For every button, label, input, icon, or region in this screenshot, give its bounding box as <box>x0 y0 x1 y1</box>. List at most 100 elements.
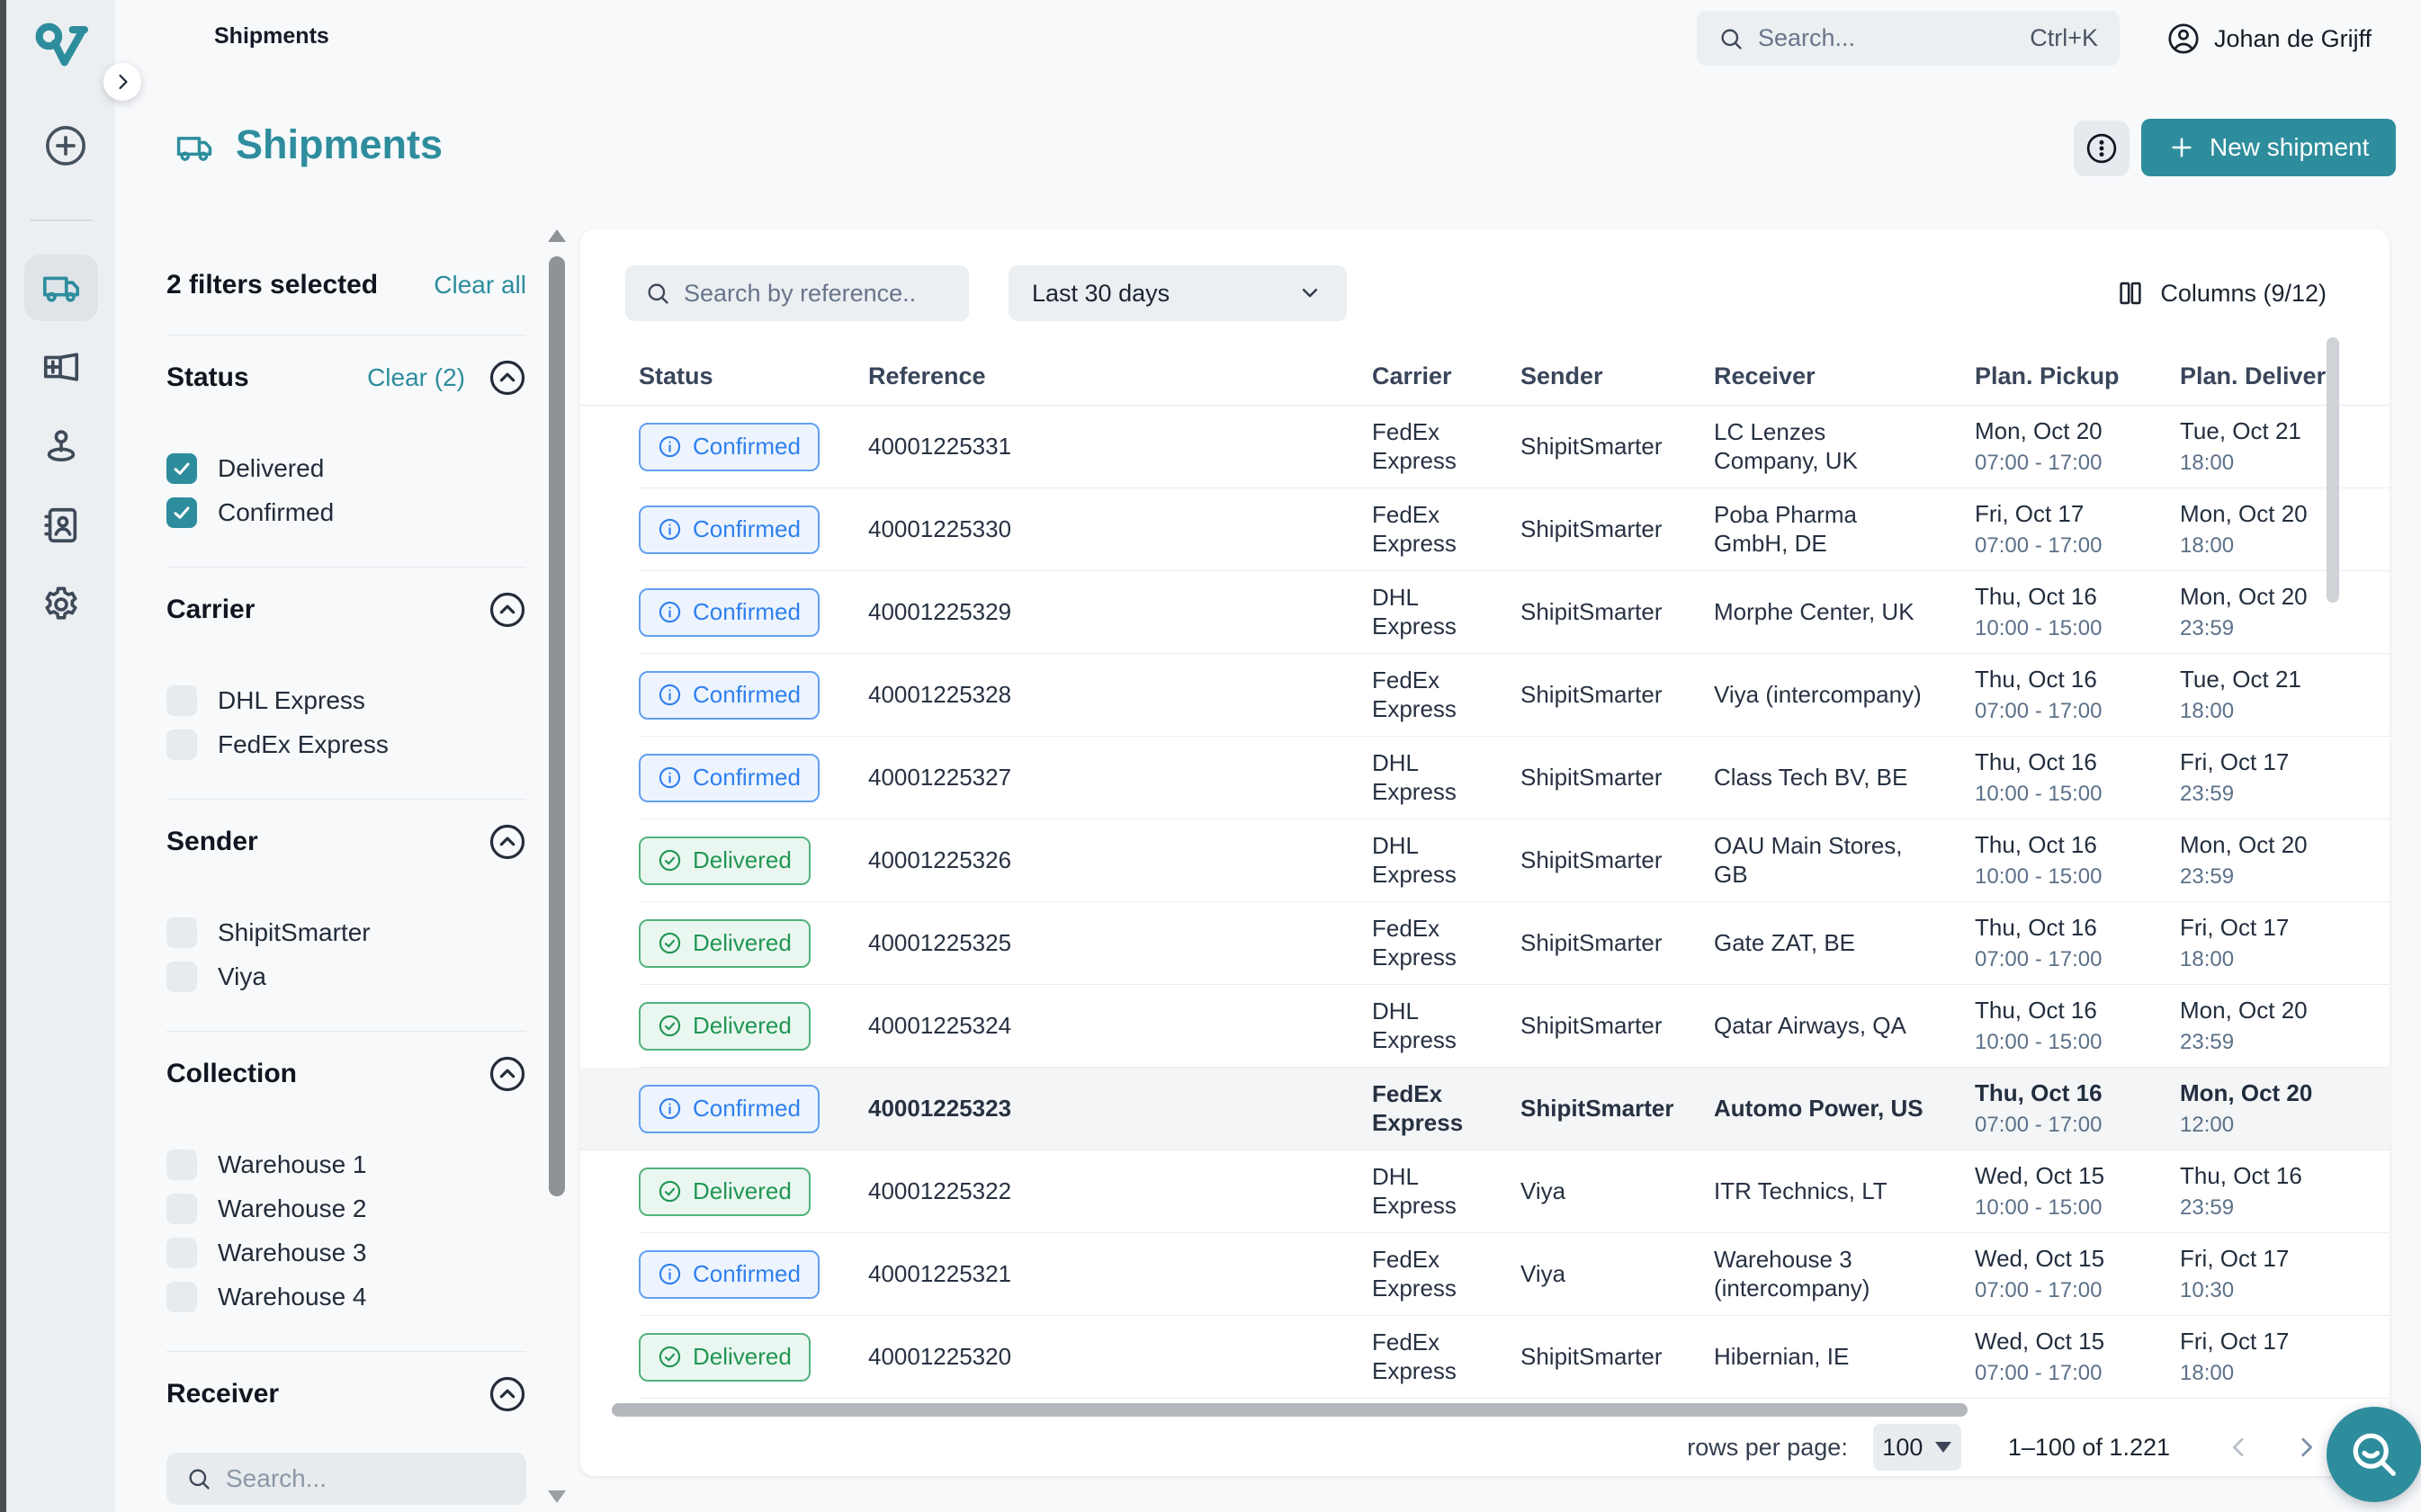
scrollbar-thumb[interactable] <box>549 256 565 1196</box>
plus-icon <box>2168 134 2195 161</box>
next-page-button[interactable] <box>2292 1434 2319 1461</box>
table-row[interactable]: Delivered 40001225326 DHL Express Shipit… <box>639 819 2390 902</box>
checkbox-unchecked[interactable] <box>166 962 197 992</box>
user-menu[interactable]: Johan de Grijff <box>2166 16 2372 61</box>
reference-cell: 40001225326 <box>868 846 1372 875</box>
filter-option[interactable]: DHL Express <box>166 681 526 720</box>
date-range-select[interactable]: Last 30 days <box>1009 265 1347 321</box>
clear-all-filters-link[interactable]: Clear all <box>434 271 526 300</box>
pickup-cell: Thu, Oct 16 07:00 - 17:00 <box>1975 1079 2180 1139</box>
checkbox-unchecked[interactable] <box>166 1282 197 1312</box>
sender-cell: ShipitSmarter <box>1520 1095 1714 1123</box>
search-assistant-fab[interactable] <box>2327 1407 2421 1502</box>
global-search-placeholder: Search... <box>1758 24 2015 52</box>
pickup-date: Thu, Oct 16 <box>1975 748 2158 777</box>
scroll-down-arrow[interactable] <box>548 1490 566 1503</box>
sidebar-item-tracking[interactable] <box>24 413 98 479</box>
filter-option[interactable]: ShipitSmarter <box>166 913 526 953</box>
previous-page-button[interactable] <box>2226 1434 2253 1461</box>
table-row[interactable]: Delivered 40001225324 DHL Express Shipit… <box>639 985 2390 1068</box>
collapse-section-button[interactable] <box>489 1055 526 1093</box>
checkbox-checked[interactable] <box>166 453 197 484</box>
reference-search-input[interactable]: Search by reference.. <box>625 265 969 321</box>
carrier-cell: DHL Express <box>1372 584 1520 640</box>
filter-option[interactable]: Delivered <box>166 449 526 488</box>
delivery-time: 23:59 <box>2180 615 2368 641</box>
delivery-date: Tue, Oct 21 <box>2180 666 2368 694</box>
pickup-cell: Thu, Oct 16 07:00 - 17:00 <box>1975 666 2180 725</box>
search-icon <box>186 1466 211 1491</box>
checkbox-unchecked[interactable] <box>166 917 197 948</box>
horizontal-scrollbar-thumb[interactable] <box>612 1403 1968 1417</box>
delivery-time: 23:59 <box>2180 1029 2368 1055</box>
sidebar-item-settings[interactable] <box>24 571 98 638</box>
receiver-search-input[interactable]: Search... <box>166 1453 526 1505</box>
vertical-scrollbar-thumb[interactable] <box>2327 337 2339 603</box>
table-row[interactable]: Confirmed 40001225330 FedEx Express Ship… <box>639 488 2390 571</box>
status-label: Confirmed <box>693 433 801 461</box>
filter-option[interactable]: Warehouse 3 <box>166 1233 526 1273</box>
columns-picker-button[interactable]: Columns (9/12) <box>2116 279 2327 308</box>
collapse-section-button[interactable] <box>489 823 526 861</box>
check-circle-icon <box>658 1014 682 1038</box>
delivery-date: Tue, Oct 21 <box>2180 417 2368 446</box>
sidebar-item-shipments[interactable] <box>24 255 98 321</box>
table-row[interactable]: Delivered 40001225322 DHL Express Viya I… <box>639 1150 2390 1233</box>
delivery-date: Mon, Oct 20 <box>2180 500 2368 529</box>
pickup-cell: Wed, Oct 15 07:00 - 17:00 <box>1975 1328 2180 1387</box>
pickup-time: 07:00 - 17:00 <box>1975 1277 2158 1303</box>
checkbox-unchecked[interactable] <box>166 1238 197 1268</box>
checkbox-unchecked[interactable] <box>166 729 197 760</box>
filter-panel-scrollbar[interactable] <box>549 229 565 1507</box>
collapse-section-button[interactable] <box>489 1375 526 1413</box>
truck-icon <box>40 267 82 309</box>
new-shipment-button[interactable]: New shipment <box>2141 119 2396 176</box>
collapse-section-button[interactable] <box>489 359 526 397</box>
checkbox-checked[interactable] <box>166 497 197 528</box>
table-row[interactable]: Confirmed 40001225328 FedEx Express Ship… <box>639 654 2390 737</box>
scroll-up-arrow[interactable] <box>548 229 566 242</box>
pickup-time: 07:00 - 17:00 <box>1975 450 2158 476</box>
checkbox-unchecked[interactable] <box>166 1194 197 1224</box>
table-row[interactable]: Confirmed 40001225331 FedEx Express Ship… <box>639 406 2390 488</box>
filter-option[interactable]: Warehouse 4 <box>166 1277 526 1317</box>
status-badge: Delivered <box>639 919 811 968</box>
status-badge: Confirmed <box>639 423 820 471</box>
status-badge: Confirmed <box>639 1250 820 1299</box>
page-options-button[interactable] <box>2074 121 2130 176</box>
table-row[interactable]: Confirmed 40001225327 DHL Express Shipit… <box>639 737 2390 819</box>
filters-summary: 2 filters selected <box>166 270 378 300</box>
create-new-button[interactable] <box>42 122 89 169</box>
pickup-time: 07:00 - 17:00 <box>1975 532 2158 559</box>
truck-icon <box>170 128 219 167</box>
filter-option-label: DHL Express <box>218 686 365 715</box>
table-row[interactable]: Confirmed 40001225323 FedEx Express Ship… <box>580 1068 2390 1150</box>
carrier-cell: FedEx Express <box>1372 1246 1520 1302</box>
collapse-section-button[interactable] <box>489 591 526 629</box>
filter-option[interactable]: Confirmed <box>166 493 526 532</box>
checkbox-unchecked[interactable] <box>166 1150 197 1180</box>
filter-section-title-status: Status <box>166 362 367 393</box>
filter-option[interactable]: Viya <box>166 957 526 997</box>
filter-option[interactable]: Warehouse 2 <box>166 1189 526 1229</box>
sidebar-item-contacts[interactable] <box>24 492 98 559</box>
sidebar-item-containers[interactable] <box>24 334 98 400</box>
delivery-date: Fri, Oct 17 <box>2180 1245 2368 1274</box>
gear-icon <box>40 584 82 625</box>
delivery-cell: Fri, Oct 17 18:00 <box>2180 1328 2390 1387</box>
table-row[interactable]: Delivered 40001225325 FedEx Express Ship… <box>639 902 2390 985</box>
filter-option[interactable]: FedEx Express <box>166 725 526 765</box>
search-shortcut-hint: Ctrl+K <box>2030 24 2098 52</box>
rows-per-page-select[interactable]: 100 <box>1873 1424 1961 1471</box>
table-row[interactable]: Confirmed 40001225329 DHL Express Shipit… <box>639 571 2390 654</box>
table-row[interactable]: Confirmed 40001225321 FedEx Express Viya… <box>639 1233 2390 1316</box>
delivery-date: Mon, Oct 20 <box>2180 1079 2368 1108</box>
sidebar-expand-button[interactable] <box>103 63 141 101</box>
clear-status-filter-link[interactable]: Clear (2) <box>367 363 465 392</box>
table-row[interactable]: Delivered 40001225320 FedEx Express Ship… <box>639 1316 2390 1399</box>
delivery-cell: Mon, Oct 20 23:59 <box>2180 831 2390 890</box>
user-name: Johan de Grijff <box>2214 25 2372 53</box>
filter-option[interactable]: Warehouse 1 <box>166 1145 526 1185</box>
global-search-input[interactable]: Search... Ctrl+K <box>1697 11 2120 66</box>
checkbox-unchecked[interactable] <box>166 685 197 716</box>
